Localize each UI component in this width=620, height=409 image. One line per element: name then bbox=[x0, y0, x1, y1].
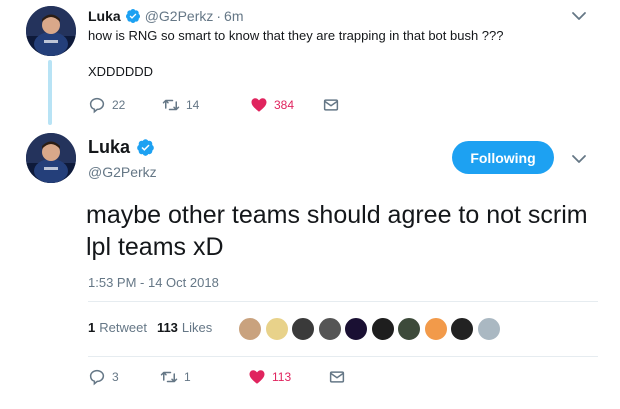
divider bbox=[88, 356, 598, 357]
parent-author-handle[interactable]: @G2Perkz bbox=[145, 8, 214, 24]
main-author-handle[interactable]: @G2Perkz bbox=[88, 164, 157, 180]
parent-author-name[interactable]: Luka bbox=[88, 8, 121, 24]
thread-connector bbox=[48, 60, 52, 125]
parent-tweet-header: Luka @G2Perkz · 6m bbox=[88, 8, 244, 24]
liker-avatar-9[interactable] bbox=[450, 317, 474, 341]
parent-tweet-actions: 22 14 384 bbox=[88, 96, 340, 114]
parent-tweet-text-line1: how is RNG so smart to know that they ar… bbox=[88, 28, 504, 43]
main-author-name[interactable]: Luka bbox=[88, 137, 130, 158]
likes-stat-count: 113 bbox=[156, 320, 178, 335]
liker-avatar-5[interactable] bbox=[344, 317, 368, 341]
tweet-timestamp[interactable]: 1:53 PM - 14 Oct 2018 bbox=[88, 275, 219, 290]
liker-avatar-2[interactable] bbox=[264, 317, 289, 341]
liker-avatar-6[interactable] bbox=[370, 317, 395, 341]
chevron-down-icon[interactable] bbox=[571, 153, 587, 165]
main-author-name-row: Luka bbox=[88, 137, 159, 158]
parent-tweet-time[interactable]: 6m bbox=[224, 8, 243, 24]
verified-badge-icon bbox=[137, 139, 154, 156]
liker-avatar-3[interactable] bbox=[291, 317, 315, 341]
verified-badge-icon bbox=[125, 9, 140, 23]
retweet-icon bbox=[162, 99, 180, 111]
likes-stat[interactable]: 113 Likes bbox=[157, 320, 212, 335]
like-action[interactable]: 113 bbox=[248, 368, 328, 386]
chevron-down-icon[interactable] bbox=[571, 10, 587, 22]
liker-avatar-10[interactable] bbox=[476, 317, 501, 341]
heart-filled-icon bbox=[251, 98, 267, 112]
avatar-photo bbox=[26, 6, 76, 56]
retweet-stat-count: 1 bbox=[88, 320, 96, 335]
liker-avatar-4[interactable] bbox=[317, 317, 342, 341]
reply-icon bbox=[89, 369, 105, 386]
divider bbox=[88, 301, 598, 302]
parent-avatar[interactable] bbox=[26, 6, 76, 56]
like-action[interactable]: 384 bbox=[250, 96, 322, 114]
main-tweet-text: maybe other teams should agree to not sc… bbox=[86, 201, 588, 261]
envelope-icon bbox=[329, 371, 345, 383]
like-count: 113 bbox=[272, 370, 292, 384]
likes-stat-label: Likes bbox=[181, 320, 213, 335]
reply-count: 3 bbox=[112, 370, 119, 384]
retweet-stat-label: Retweet bbox=[99, 320, 147, 335]
reply-count: 22 bbox=[112, 98, 126, 112]
retweet-count: 1 bbox=[184, 370, 191, 384]
following-button[interactable]: Following bbox=[452, 141, 554, 174]
header-separator: · bbox=[216, 8, 222, 24]
main-tweet-actions: 3 1 113 bbox=[88, 368, 346, 386]
avatar-photo bbox=[26, 133, 76, 183]
like-count: 384 bbox=[274, 98, 295, 112]
liker-avatar-1[interactable] bbox=[238, 317, 262, 341]
retweet-action[interactable]: 14 bbox=[162, 96, 250, 114]
retweet-action[interactable]: 1 bbox=[160, 368, 248, 386]
reply-icon bbox=[89, 97, 105, 114]
retweet-count: 14 bbox=[186, 98, 200, 112]
dm-action[interactable] bbox=[328, 368, 346, 386]
dm-action[interactable] bbox=[322, 96, 340, 114]
reply-action[interactable]: 3 bbox=[88, 368, 160, 386]
liker-avatar-8[interactable] bbox=[423, 317, 448, 341]
liker-avatar-7[interactable] bbox=[397, 317, 421, 341]
heart-filled-icon bbox=[249, 370, 265, 384]
tweet-stats: 1 Retweet 113 Likes bbox=[88, 320, 222, 335]
envelope-icon bbox=[323, 99, 339, 111]
parent-tweet-text-line2: XDDDDDD bbox=[88, 64, 153, 79]
reply-action[interactable]: 22 bbox=[88, 96, 144, 114]
retweet-stat[interactable]: 1 Retweet bbox=[88, 320, 147, 335]
main-author-avatar[interactable] bbox=[26, 133, 76, 183]
retweet-icon bbox=[160, 371, 178, 383]
